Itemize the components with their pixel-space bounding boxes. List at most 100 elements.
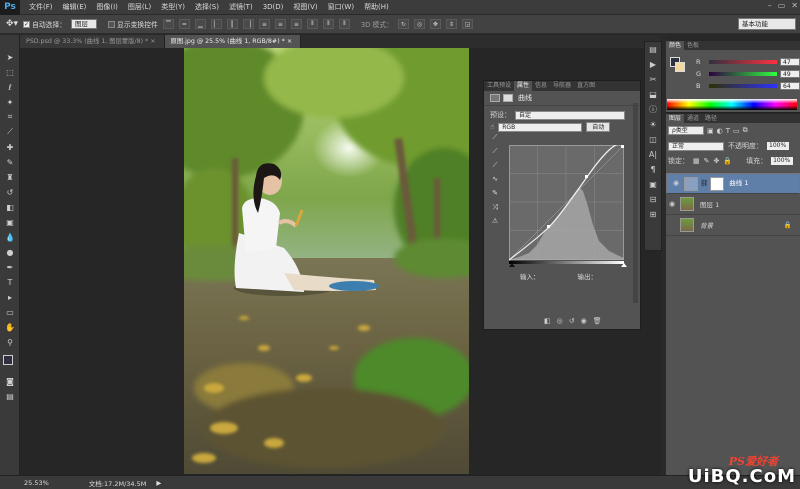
on-image-adjust-icon[interactable]: ☝	[490, 123, 494, 131]
curves-adjustment-icon[interactable]	[490, 94, 500, 102]
layer-row-layer1[interactable]: ◉ 图层 1	[666, 194, 800, 215]
maximize-button[interactable]: ▭	[778, 1, 786, 10]
channel-r-value[interactable]: 47	[780, 58, 800, 66]
channel-g-value[interactable]: 49	[780, 70, 800, 78]
close-icon[interactable]: ×	[287, 38, 292, 45]
tab-color[interactable]: 颜色	[666, 41, 685, 50]
background-color-swatch[interactable]	[675, 62, 685, 72]
lock-all-icon[interactable]: 🔒	[723, 157, 732, 165]
move-tool-icon[interactable]: ✥▾	[6, 19, 18, 29]
brush-presets-icon[interactable]: ⊟	[645, 192, 661, 207]
align-left-icon[interactable]: ▏	[210, 19, 222, 29]
tab-tool-presets[interactable]: 工具预设	[484, 81, 514, 91]
color-spectrum[interactable]	[667, 99, 797, 110]
adjustments-icon[interactable]: ⬓	[645, 87, 661, 102]
clipping-warning-icon[interactable]: ⚠	[488, 217, 502, 231]
3d-rotate-icon[interactable]: ↻	[397, 19, 409, 29]
distribute-vcenter-icon[interactable]: ≡	[274, 19, 286, 29]
auto-select-checkbox[interactable]: ✓ 自动选择：	[23, 19, 66, 29]
gradient-tool-icon[interactable]: ▣	[4, 216, 16, 228]
eyedropper-black-icon[interactable]: ⟋	[488, 133, 502, 147]
brush-tool-icon[interactable]: ✎	[4, 156, 16, 168]
history-icon[interactable]: ▤	[645, 42, 661, 57]
tab-histogram[interactable]: 直方图	[574, 81, 598, 91]
menu-edit[interactable]: 编辑(E)	[58, 2, 92, 12]
distribute-top-icon[interactable]: ≡	[258, 19, 270, 29]
distribute-bottom-icon[interactable]: ≡	[290, 19, 302, 29]
tab-channels[interactable]: 通道	[684, 114, 702, 123]
align-hcenter-icon[interactable]: ║	[226, 19, 238, 29]
character-icon[interactable]: A|	[645, 147, 661, 162]
menu-view[interactable]: 视图(V)	[288, 2, 322, 12]
crop-tool-icon[interactable]: ⌗	[4, 111, 16, 123]
menu-type[interactable]: 类型(Y)	[156, 2, 190, 12]
align-bottom-icon[interactable]: ▁	[194, 19, 206, 29]
fill-value[interactable]: 100%	[771, 157, 794, 165]
tab-layers[interactable]: 图层	[666, 114, 685, 123]
tab-psd[interactable]: PSD.psd @ 33.3% (曲线 1, 图层蒙版/8) * ×	[20, 35, 165, 48]
quick-mask-icon[interactable]: ◙	[4, 375, 16, 387]
layer-row-curves[interactable]: ◉ ⛓ 曲线 1	[666, 173, 800, 194]
auto-button[interactable]: 自动	[586, 122, 611, 132]
menu-help[interactable]: 帮助(H)	[359, 2, 394, 12]
tab-navigator[interactable]: 导航器	[550, 81, 574, 91]
layer-kind-filter[interactable]: ρ类型	[668, 126, 704, 135]
tab-info[interactable]: 信息	[532, 81, 550, 91]
workspace-dropdown[interactable]: 基本功能	[738, 18, 796, 30]
eyedropper-white-icon[interactable]: ⟋	[488, 161, 502, 175]
menu-filter[interactable]: 滤镜(T)	[224, 2, 258, 12]
curve-point-icon[interactable]: ∿	[488, 175, 502, 189]
layer-row-background[interactable]: ◉ 背景 🔒	[666, 215, 800, 236]
distribute-hcenter-icon[interactable]: ⦀	[322, 19, 334, 29]
healing-brush-tool-icon[interactable]: ✚	[4, 141, 16, 153]
path-selection-tool-icon[interactable]: ▸	[4, 291, 16, 303]
close-button[interactable]: ✕	[791, 1, 798, 10]
channel-b-slider[interactable]	[709, 84, 777, 88]
move-tool-icon[interactable]: ➤	[4, 51, 16, 63]
menu-layer[interactable]: 图层(L)	[123, 2, 156, 12]
distribute-right-icon[interactable]: ⦀	[338, 19, 350, 29]
channel-dropdown[interactable]: RGB	[498, 122, 583, 132]
filter-type-icon[interactable]: T	[726, 127, 730, 135]
tab-paths[interactable]: 路径	[702, 114, 720, 123]
show-transform-checkbox[interactable]: 显示变换控件	[108, 19, 158, 29]
preset-dropdown[interactable]: 自定	[515, 110, 625, 120]
filter-pixel-icon[interactable]: ▣	[707, 127, 714, 135]
filter-adjustment-icon[interactable]: ◐	[717, 127, 723, 135]
view-previous-icon[interactable]: ◎	[557, 317, 563, 325]
zoom-tool-icon[interactable]: ⚲	[4, 336, 16, 348]
delete-icon[interactable]: 🗑	[593, 317, 602, 325]
blend-mode-dropdown[interactable]: 正常	[668, 141, 724, 151]
align-vcenter-icon[interactable]: ═	[178, 19, 190, 29]
reset-icon[interactable]: ↺	[569, 317, 575, 325]
eye-icon[interactable]: ◉	[666, 200, 678, 208]
hand-tool-icon[interactable]: ✋	[4, 321, 16, 333]
eyedropper-tool-icon[interactable]: ⟋	[4, 126, 16, 138]
brightness-icon[interactable]: ☀	[645, 117, 661, 132]
filter-smart-icon[interactable]: ⧉	[743, 126, 748, 135]
opacity-value[interactable]: 100%	[767, 142, 789, 150]
swatch-icon[interactable]: ◫	[645, 132, 661, 147]
tab-properties[interactable]: 属性	[514, 81, 533, 91]
menu-window[interactable]: 窗口(W)	[323, 2, 359, 12]
channel-b-value[interactable]: 64	[780, 82, 800, 90]
layer-mask-thumbnail[interactable]	[710, 176, 725, 191]
lasso-tool-icon[interactable]: ℓ	[4, 81, 16, 93]
visibility-icon[interactable]: ◉	[581, 317, 587, 325]
status-arrow-icon[interactable]: ▶	[156, 479, 161, 487]
align-right-icon[interactable]: ▕	[242, 19, 254, 29]
filter-shape-icon[interactable]: ▭	[733, 127, 740, 135]
3d-scale-icon[interactable]: ◲	[461, 19, 473, 29]
history-brush-tool-icon[interactable]: ↺	[4, 186, 16, 198]
lock-position-icon[interactable]: ✥	[714, 157, 720, 165]
channel-g-slider[interactable]	[709, 72, 777, 76]
menu-file[interactable]: 文件(F)	[24, 2, 58, 12]
lock-transparency-icon[interactable]: ▦	[693, 157, 700, 165]
marquee-tool-icon[interactable]: ⬚	[4, 66, 16, 78]
clone-source-icon[interactable]: ⊞	[645, 207, 661, 222]
3d-slide-icon[interactable]: ⇕	[445, 19, 457, 29]
3d-roll-icon[interactable]: ◎	[413, 19, 425, 29]
tools-icon[interactable]: ✂	[645, 72, 661, 87]
close-icon[interactable]: ×	[150, 38, 155, 45]
menu-image[interactable]: 图像(I)	[91, 2, 123, 12]
